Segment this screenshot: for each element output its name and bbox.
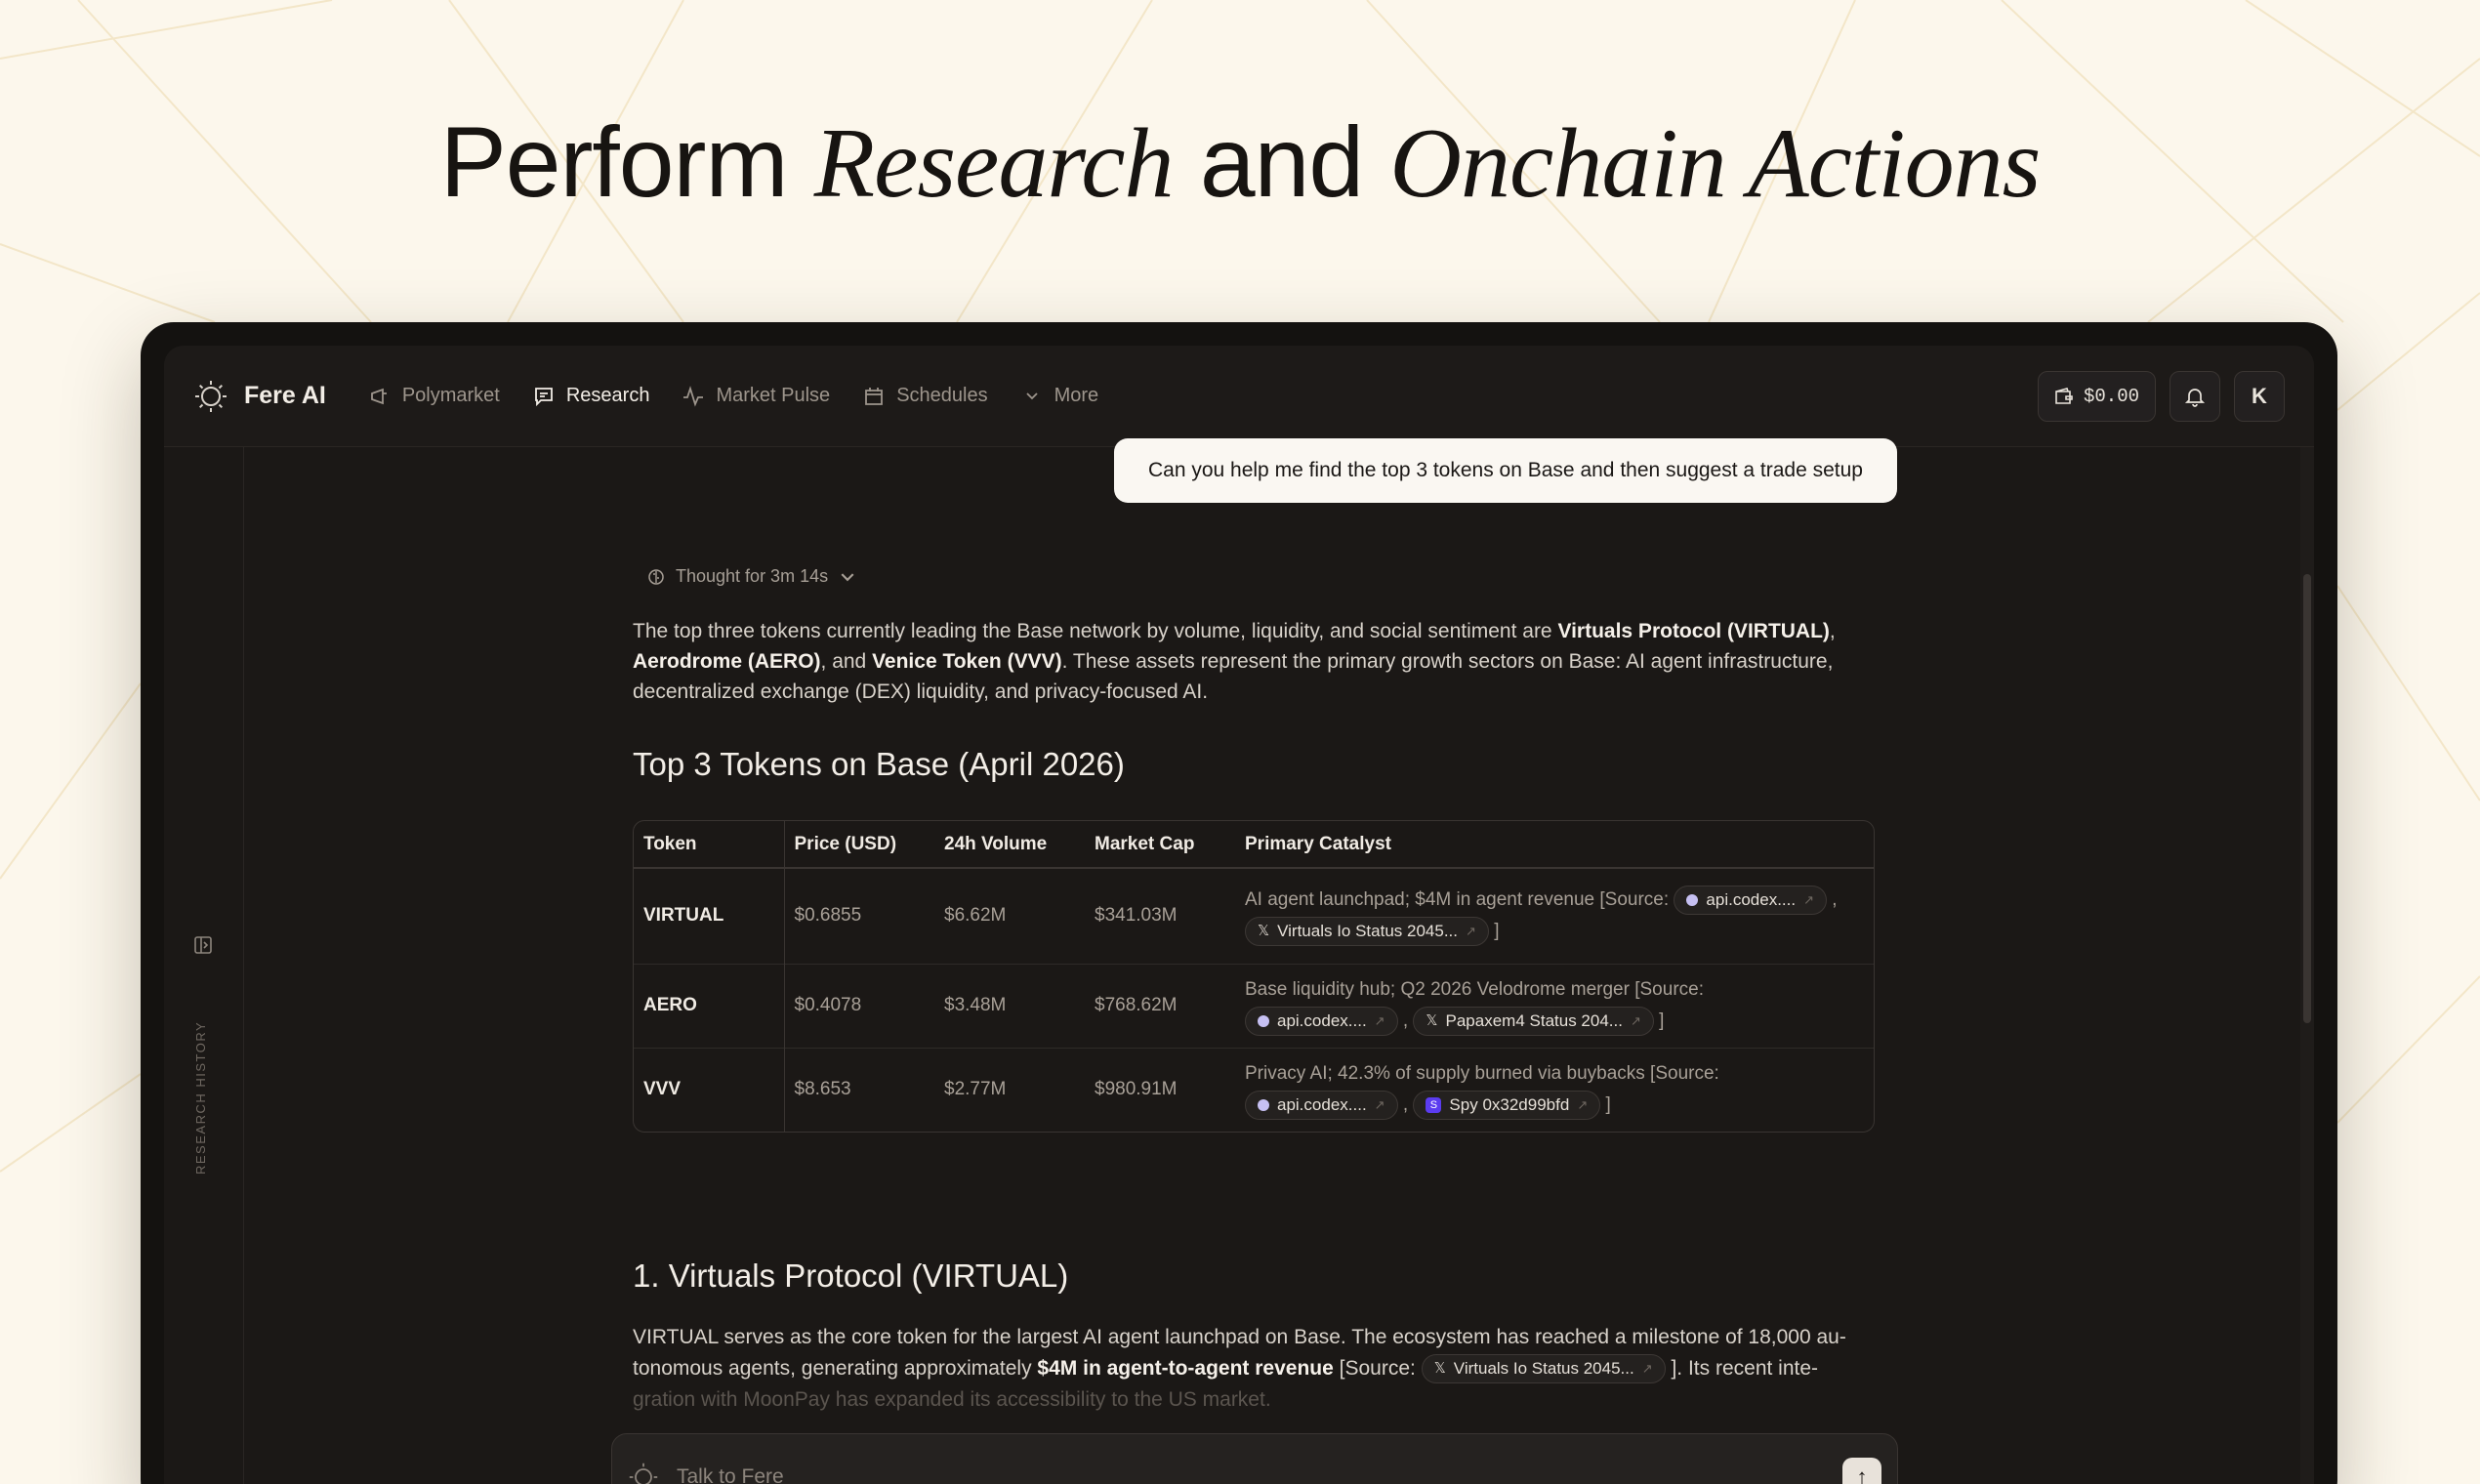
- pulse-icon: [683, 385, 704, 407]
- table-row: VVV $8.653 $2.77M $980.91M Privacy AI; 4…: [634, 1047, 1874, 1132]
- price-cell: $0.4078: [784, 963, 934, 1048]
- header-volume: 24h Volume: [934, 821, 1085, 869]
- spy-logo-icon: S: [1426, 1097, 1442, 1114]
- calendar-icon: [865, 387, 884, 405]
- volume-cell: $6.62M: [934, 867, 1085, 964]
- external-link-icon: ↗: [1466, 924, 1476, 939]
- header-token: Token: [634, 821, 785, 869]
- nav-market-pulse-label: Market Pulse: [716, 385, 831, 406]
- fere-logo-icon: [629, 1463, 658, 1484]
- top-right-controls: $0.00 K: [2037, 370, 2285, 422]
- app-name: Fere AI: [244, 382, 326, 409]
- table-heading: Top 3 Tokens on Base (April 2026): [633, 746, 1125, 782]
- header-catalyst: Primary Catalyst: [1235, 821, 1874, 869]
- catalyst-cell: Base liquidity hub; Q2 2026 Velodrome me…: [1235, 963, 1874, 1048]
- external-link-icon: ↗: [1577, 1097, 1589, 1113]
- section-heading: 1. Virtuals Protocol (VIRTUAL): [633, 1257, 1069, 1294]
- wallet-button[interactable]: $0.00: [2037, 370, 2156, 422]
- main-nav: Polymarket Research Market Pulse Schedul…: [369, 385, 1098, 407]
- bell-icon: [2184, 388, 2206, 407]
- source-chip[interactable]: api.codex.... ↗: [1245, 1091, 1398, 1121]
- fere-logo-icon: [195, 380, 227, 412]
- price-cell: $8.653: [784, 1047, 934, 1132]
- nav-research[interactable]: Research: [533, 385, 650, 407]
- external-link-icon: ↗: [1374, 1097, 1385, 1113]
- headline-onchain-actions: Onchain Actions: [1389, 108, 2041, 219]
- mcap-cell: $768.62M: [1085, 963, 1235, 1048]
- user-avatar[interactable]: K: [2234, 370, 2285, 422]
- source-chip[interactable]: api.codex.... ↗: [1245, 1006, 1398, 1036]
- external-link-icon: ↗: [1803, 892, 1814, 908]
- external-link-icon: ↗: [1374, 1012, 1385, 1028]
- source-chip[interactable]: 𝕏 Virtuals Io Status 2045... ↗: [1421, 1354, 1666, 1384]
- wallet-icon: [2055, 387, 2073, 404]
- brain-icon: [648, 568, 664, 585]
- volume-cell: $2.77M: [934, 1047, 1085, 1132]
- nav-polymarket[interactable]: Polymarket: [369, 385, 500, 407]
- source-chip[interactable]: api.codex.... ↗: [1674, 886, 1827, 916]
- table-row: VIRTUAL $0.6855 $6.62M $341.03M AI agent…: [634, 867, 1874, 964]
- scrollbar[interactable]: [2300, 447, 2314, 1484]
- arrow-up-icon: ↑: [1856, 1464, 1868, 1484]
- table-row: AERO $0.4078 $3.48M $768.62M Base liquid…: [634, 963, 1874, 1048]
- header-price: Price (USD): [784, 821, 934, 869]
- megaphone-icon: [370, 388, 387, 404]
- chevron-down-icon: [1025, 392, 1038, 399]
- x-logo-icon: 𝕏: [1258, 923, 1270, 940]
- x-logo-icon: 𝕏: [1433, 1360, 1446, 1378]
- top-navbar: Fere AI Polymarket Research Market Pulse: [164, 346, 2314, 447]
- token-cell: AERO: [634, 963, 785, 1048]
- volume-cell: $3.48M: [934, 963, 1085, 1048]
- chat-icon: [534, 387, 553, 406]
- price-cell: $0.6855: [784, 867, 934, 964]
- thought-toggle[interactable]: Thought for 3m 14s: [646, 566, 1875, 587]
- tokens-table: Token Price (USD) 24h Volume Market Cap …: [633, 820, 1875, 1133]
- panel-toggle-icon[interactable]: [193, 935, 213, 955]
- nav-more-label: More: [1054, 385, 1099, 406]
- nav-schedules[interactable]: Schedules: [863, 385, 988, 407]
- chat-input[interactable]: [677, 1465, 1842, 1484]
- external-link-icon: ↗: [1630, 1012, 1641, 1028]
- header-mcap: Market Cap: [1085, 821, 1235, 869]
- table-header-row: Token Price (USD) 24h Volume Market Cap …: [634, 821, 1874, 869]
- app-logo[interactable]: Fere AI: [193, 379, 326, 414]
- headline-and: and: [1199, 106, 1364, 218]
- nav-schedules-label: Schedules: [896, 385, 988, 406]
- nav-more[interactable]: More: [1021, 385, 1099, 407]
- mcap-cell: $341.03M: [1085, 867, 1235, 964]
- research-history-sidebar: RESEARCH HISTORY: [164, 447, 244, 1484]
- source-chip[interactable]: S Spy 0x32d99bfd ↗: [1413, 1091, 1601, 1121]
- source-chip[interactable]: 𝕏 Papaxem4 Status 204... ↗: [1413, 1006, 1654, 1036]
- token-cell: VVV: [634, 1047, 785, 1132]
- intro-paragraph: The top three tokens currently leading t…: [633, 620, 1836, 703]
- assistant-response: Thought for 3m 14s The top three tokens …: [633, 566, 1875, 1416]
- globe-icon: [1258, 1014, 1269, 1027]
- nav-market-pulse[interactable]: Market Pulse: [682, 385, 830, 407]
- headline-research: Research: [813, 108, 1175, 219]
- send-button[interactable]: ↑: [1842, 1458, 1881, 1484]
- external-link-icon: ↗: [1641, 1361, 1653, 1377]
- token-cell: VIRTUAL: [634, 867, 785, 964]
- thought-label: Thought for 3m 14s: [676, 566, 829, 586]
- chat-composer: ↑: [611, 1433, 1898, 1484]
- page-headline: Perform Research and Onchain Actions: [0, 103, 2480, 224]
- nav-polymarket-label: Polymarket: [401, 385, 500, 406]
- globe-icon: [1686, 894, 1699, 907]
- x-logo-icon: 𝕏: [1426, 1011, 1438, 1029]
- mcap-cell: $980.91M: [1085, 1047, 1235, 1132]
- wallet-balance: $0.00: [2083, 385, 2139, 407]
- notifications-button[interactable]: [2170, 370, 2220, 422]
- globe-icon: [1258, 1099, 1269, 1112]
- chevron-down-icon: [841, 572, 854, 581]
- research-history-label[interactable]: RESEARCH HISTORY: [193, 1021, 208, 1175]
- catalyst-cell: Privacy AI; 42.3% of supply burned via b…: [1235, 1047, 1874, 1132]
- scrollbar-thumb[interactable]: [2303, 574, 2311, 1023]
- user-message: Can you help me find the top 3 tokens on…: [1114, 438, 1897, 503]
- catalyst-cell: AI agent launchpad; $4M in agent revenue…: [1235, 867, 1874, 964]
- headline-perform: Perform: [439, 106, 789, 218]
- source-chip[interactable]: 𝕏 Virtuals Io Status 2045... ↗: [1245, 917, 1489, 947]
- nav-research-label: Research: [565, 385, 650, 406]
- section-paragraph: VIRTUAL serves as the core token for the…: [633, 1326, 1846, 1411]
